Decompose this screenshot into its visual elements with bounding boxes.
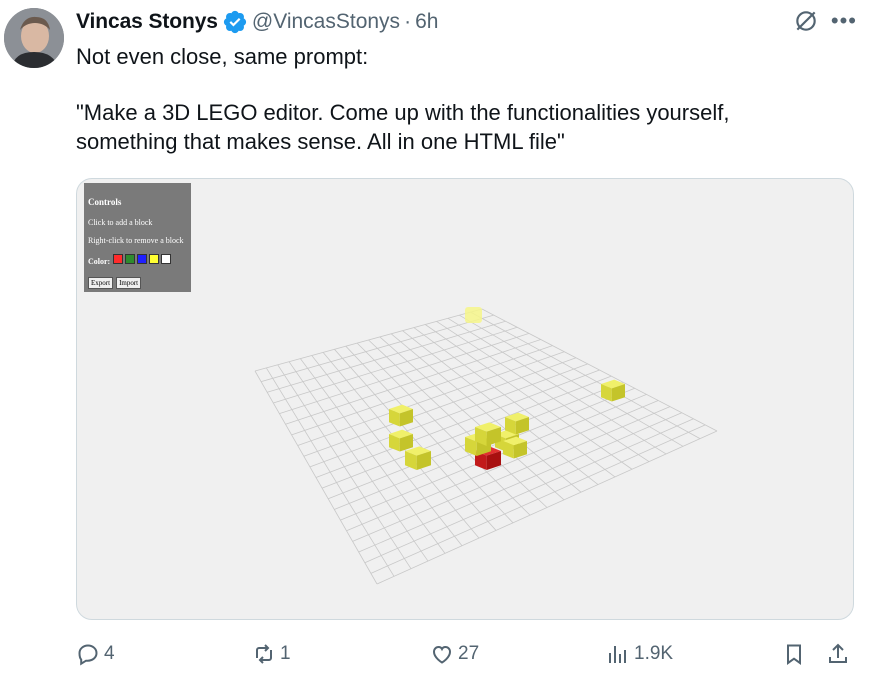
tweet-top-actions: ••• <box>793 8 857 34</box>
share-icon <box>829 643 847 663</box>
author-name[interactable]: Vincas Stonys <box>76 10 218 34</box>
controls-title: Controls <box>88 197 122 207</box>
lego-block[interactable] <box>505 412 529 435</box>
color-swatch-blue[interactable] <box>137 254 147 264</box>
export-button[interactable]: Export <box>88 277 114 289</box>
import-button[interactable]: Import <box>116 277 142 289</box>
more-icon[interactable]: ••• <box>831 10 857 32</box>
tweet-text-line: Not even close, same prompt: <box>76 44 369 69</box>
repost-button[interactable]: 1 <box>252 640 291 668</box>
lego-block[interactable] <box>601 379 625 402</box>
color-swatch-white[interactable] <box>161 254 171 264</box>
reply-button[interactable]: 4 <box>76 640 115 668</box>
lego-block[interactable] <box>475 422 501 446</box>
reply-count: 4 <box>104 643 115 664</box>
views-count: 1.9K <box>634 643 674 664</box>
engagement-bar: 4 1 27 1.9K <box>76 640 856 668</box>
views-icon <box>609 646 626 663</box>
share-button[interactable] <box>826 640 850 668</box>
lego-block[interactable] <box>503 436 527 459</box>
lego-blocks <box>389 307 625 470</box>
io-buttons: Export Import <box>88 277 142 289</box>
timestamp[interactable]: 6h <box>415 10 438 34</box>
author-handle[interactable]: @VincasStonys <box>252 10 400 34</box>
like-button[interactable]: 27 <box>430 640 479 668</box>
repost-icon <box>256 644 272 664</box>
media-card[interactable]: Controls Click to add a block Right-clic… <box>76 178 854 620</box>
tweet-text: Not even close, same prompt: "Make a 3D … <box>76 42 836 156</box>
placement-preview <box>465 307 482 323</box>
lego-block[interactable] <box>405 446 431 470</box>
tweet-text-quote: "Make a 3D LEGO editor. Come up with the… <box>76 100 730 154</box>
like-icon <box>432 645 452 664</box>
views-button[interactable]: 1.9K <box>606 640 673 668</box>
like-count: 27 <box>458 643 480 664</box>
bookmark-icon <box>787 644 801 665</box>
bookmark-button[interactable] <box>782 640 806 668</box>
color-swatch-green[interactable] <box>125 254 135 264</box>
separator-dot: · <box>404 10 412 33</box>
repost-count: 1 <box>280 643 291 664</box>
lego-block[interactable] <box>389 429 413 452</box>
hint-add: Click to add a block <box>88 218 153 227</box>
color-swatches <box>113 254 171 264</box>
verified-badge-icon <box>223 10 246 34</box>
color-swatch-yellow[interactable] <box>149 254 159 264</box>
avatar[interactable] <box>4 8 64 68</box>
tweet-header: Vincas Stonys @VincasStonys · 6h <box>76 8 438 36</box>
grok-icon[interactable] <box>793 8 819 34</box>
color-label: Color: <box>88 257 111 266</box>
controls-panel: Controls Click to add a block Right-clic… <box>84 183 191 292</box>
reply-icon <box>78 644 98 666</box>
color-swatch-red[interactable] <box>113 254 123 264</box>
lego-block[interactable] <box>389 404 413 427</box>
lego-editor-canvas[interactable] <box>77 179 853 619</box>
hint-remove: Right-click to remove a block <box>88 236 184 245</box>
